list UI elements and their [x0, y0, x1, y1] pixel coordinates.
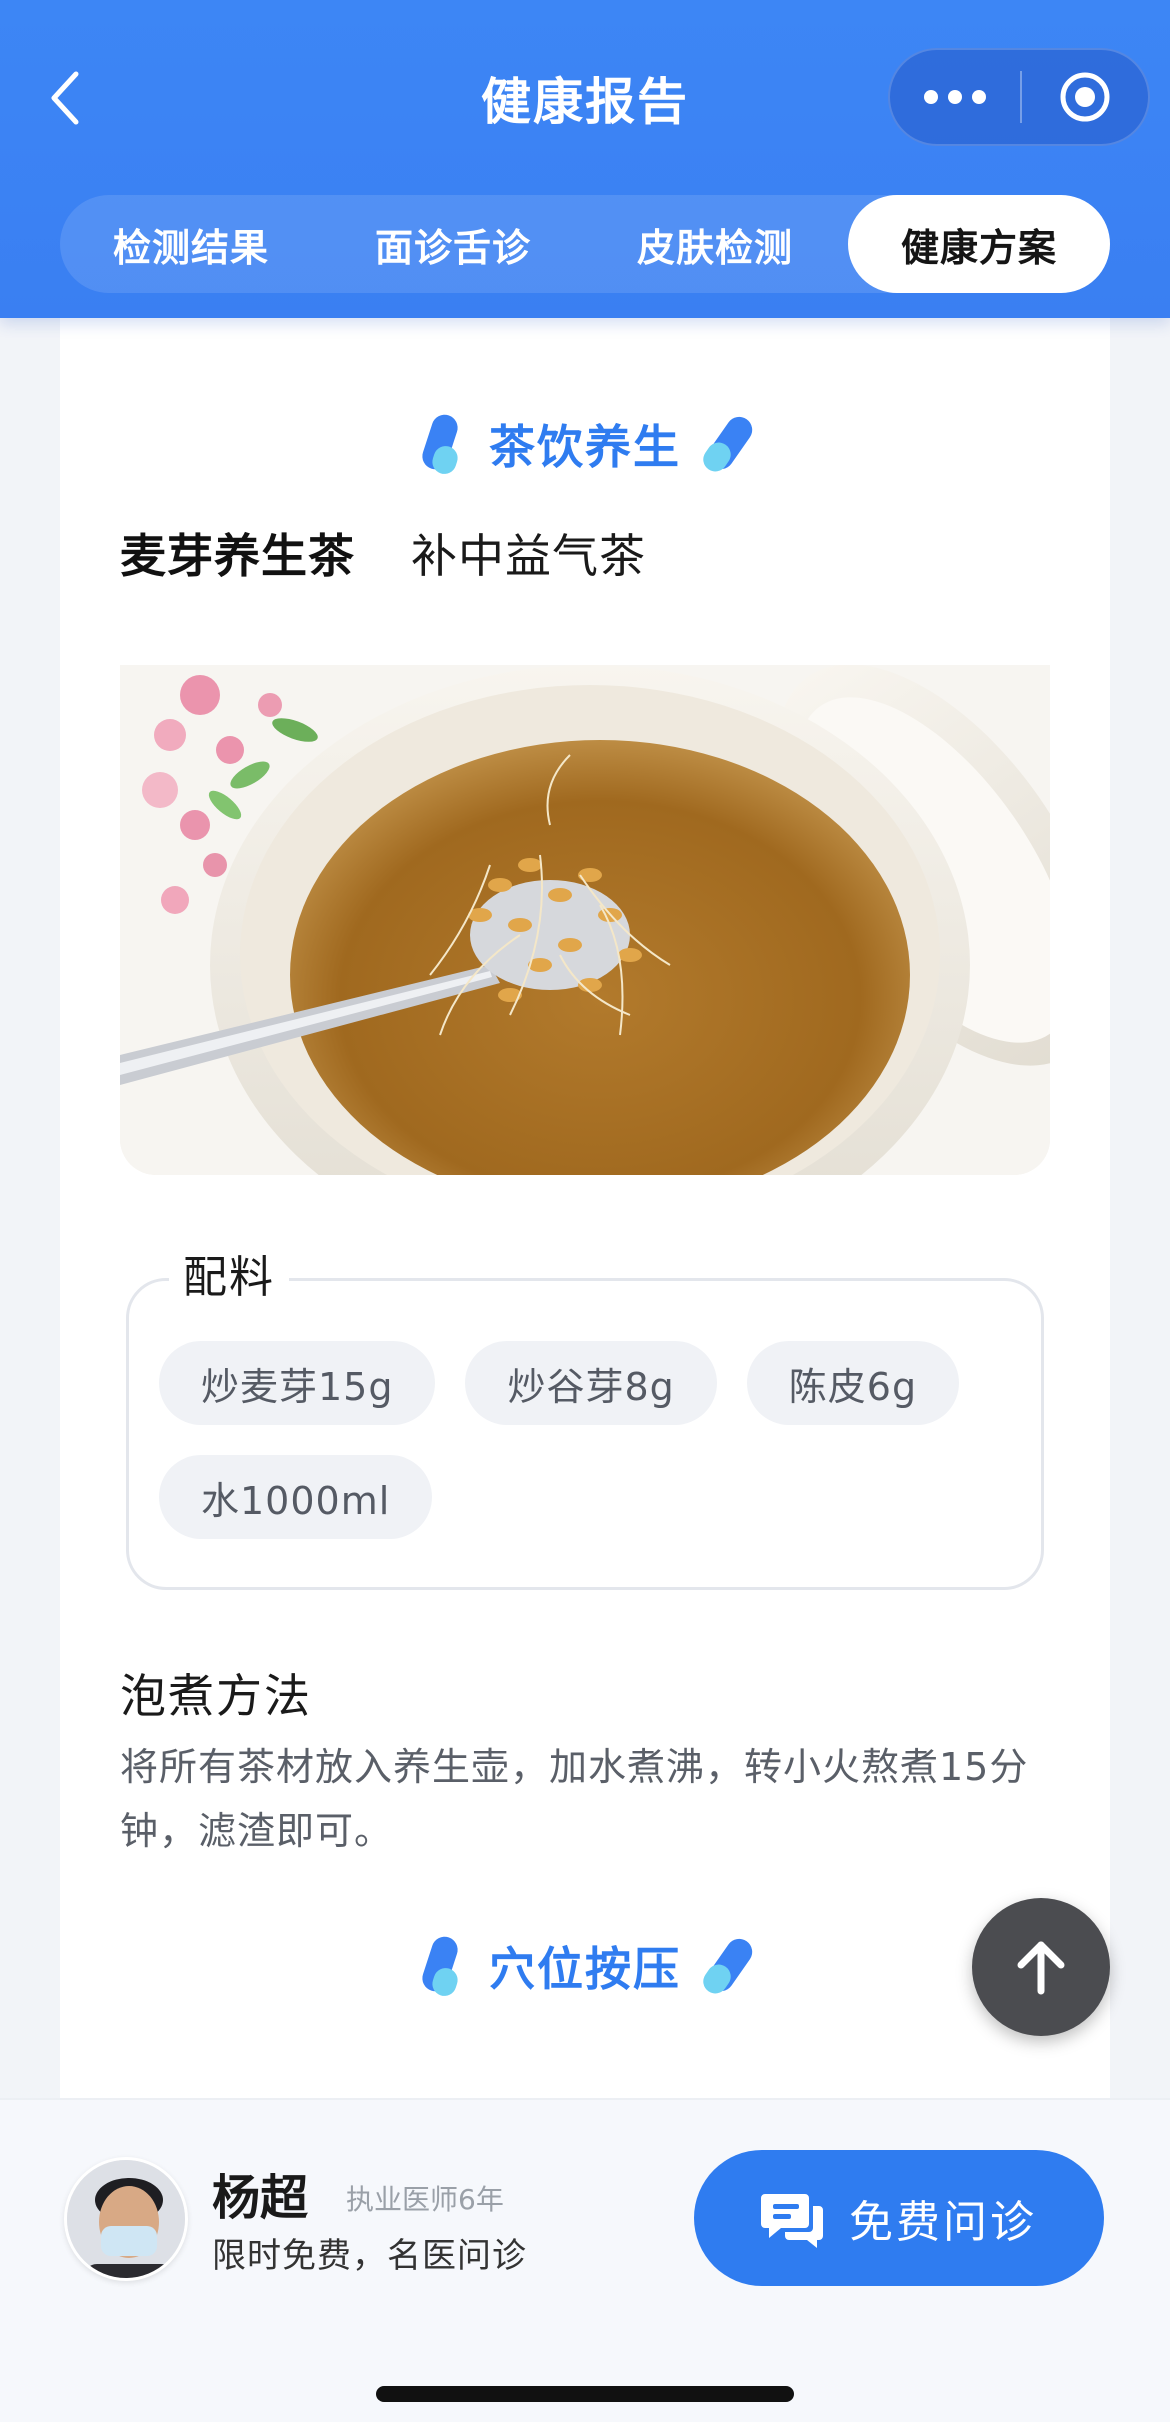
report-tabs: 检测结果 面诊舌诊 皮肤检测 健康方案	[60, 195, 1110, 293]
pill-icon	[422, 414, 458, 474]
tea-tab-malt[interactable]: 麦芽养生茶	[108, 520, 367, 594]
method-text: 将所有茶材放入养生壶，加水煮沸，转小火熬煮15分钟，滤渣即可。	[120, 1745, 1029, 1853]
ingredient-chip: 炒麦芽15g	[159, 1341, 436, 1425]
ingredients-list: 炒麦芽15g 炒谷芽8g 陈皮6g 水1000ml	[159, 1341, 1011, 1539]
health-plan-card: 茶饮养生 麦芽养生茶 补中益气茶 配料 炒麦芽15g 炒谷芽8g 陈皮6g 水1…	[60, 290, 1110, 2110]
more-dots-icon	[924, 90, 986, 104]
header: 健康报告 检测结果 面诊舌诊 皮肤检测 健康方案	[0, 0, 1170, 318]
arrow-up-icon	[1017, 1941, 1065, 1995]
free-consult-label: 免费问诊	[849, 2197, 1037, 2248]
more-button[interactable]	[890, 50, 1020, 144]
ingredient-chip: 陈皮6g	[746, 1341, 960, 1425]
tea-tab-buzhong-label: 补中益气茶	[411, 529, 646, 583]
health-report-page: 健康报告 检测结果 面诊舌诊 皮肤检测 健康方案 茶饮养生 麦芽养生茶 补中益气…	[0, 0, 1170, 2422]
section-title-acupressure-label: 穴位按压	[489, 1942, 681, 1996]
section-title-tea-label: 茶饮养生	[489, 420, 681, 474]
doctor-title: 执业医师6年	[346, 2183, 504, 2216]
close-button[interactable]	[1022, 50, 1148, 144]
tab-skin-detection[interactable]: 皮肤检测	[584, 195, 846, 293]
free-consult-button[interactable]: 免费问诊	[694, 2150, 1104, 2286]
tea-photo	[120, 665, 1050, 1175]
tab-health-plan[interactable]: 健康方案	[848, 195, 1110, 293]
ingredient-chip: 炒谷芽8g	[465, 1341, 717, 1425]
doctor-name: 杨超	[212, 2170, 309, 2226]
mini-program-capsule	[888, 48, 1150, 146]
doctor-subtitle: 限时免费，名医问诊	[212, 2236, 527, 2276]
pill-icon	[422, 1936, 458, 1996]
method-title: 泡煮方法	[120, 1669, 312, 1723]
doctor-bar: 杨超 执业医师6年 限时免费，名医问诊 免费问诊	[0, 2098, 1170, 2422]
tea-tab-malt-label: 麦芽养生茶	[120, 529, 355, 583]
home-indicator	[376, 2386, 794, 2402]
tab-face-tongue[interactable]: 面诊舌诊	[322, 195, 584, 293]
ingredients-box: 配料 炒麦芽15g 炒谷芽8g 陈皮6g 水1000ml	[126, 1241, 1044, 1590]
pill-icon	[703, 1938, 753, 1994]
pill-icon	[703, 416, 753, 472]
tea-tabs: 麦芽养生茶 补中益气茶	[108, 520, 646, 594]
scroll-to-top-button[interactable]	[972, 1898, 1110, 2036]
target-circle-icon	[1060, 72, 1110, 122]
doctor-avatar	[64, 2157, 188, 2281]
ingredients-title: 配料	[169, 1241, 289, 1305]
section-title-acupressure: 穴位按压	[60, 1930, 1110, 2002]
chat-bubbles-icon	[761, 2194, 823, 2248]
section-title-tea: 茶饮养生	[60, 408, 1110, 480]
tab-detection-results[interactable]: 检测结果	[60, 195, 322, 293]
tea-tab-buzhong[interactable]: 补中益气茶	[411, 520, 646, 586]
ingredient-chip: 水1000ml	[159, 1455, 433, 1539]
